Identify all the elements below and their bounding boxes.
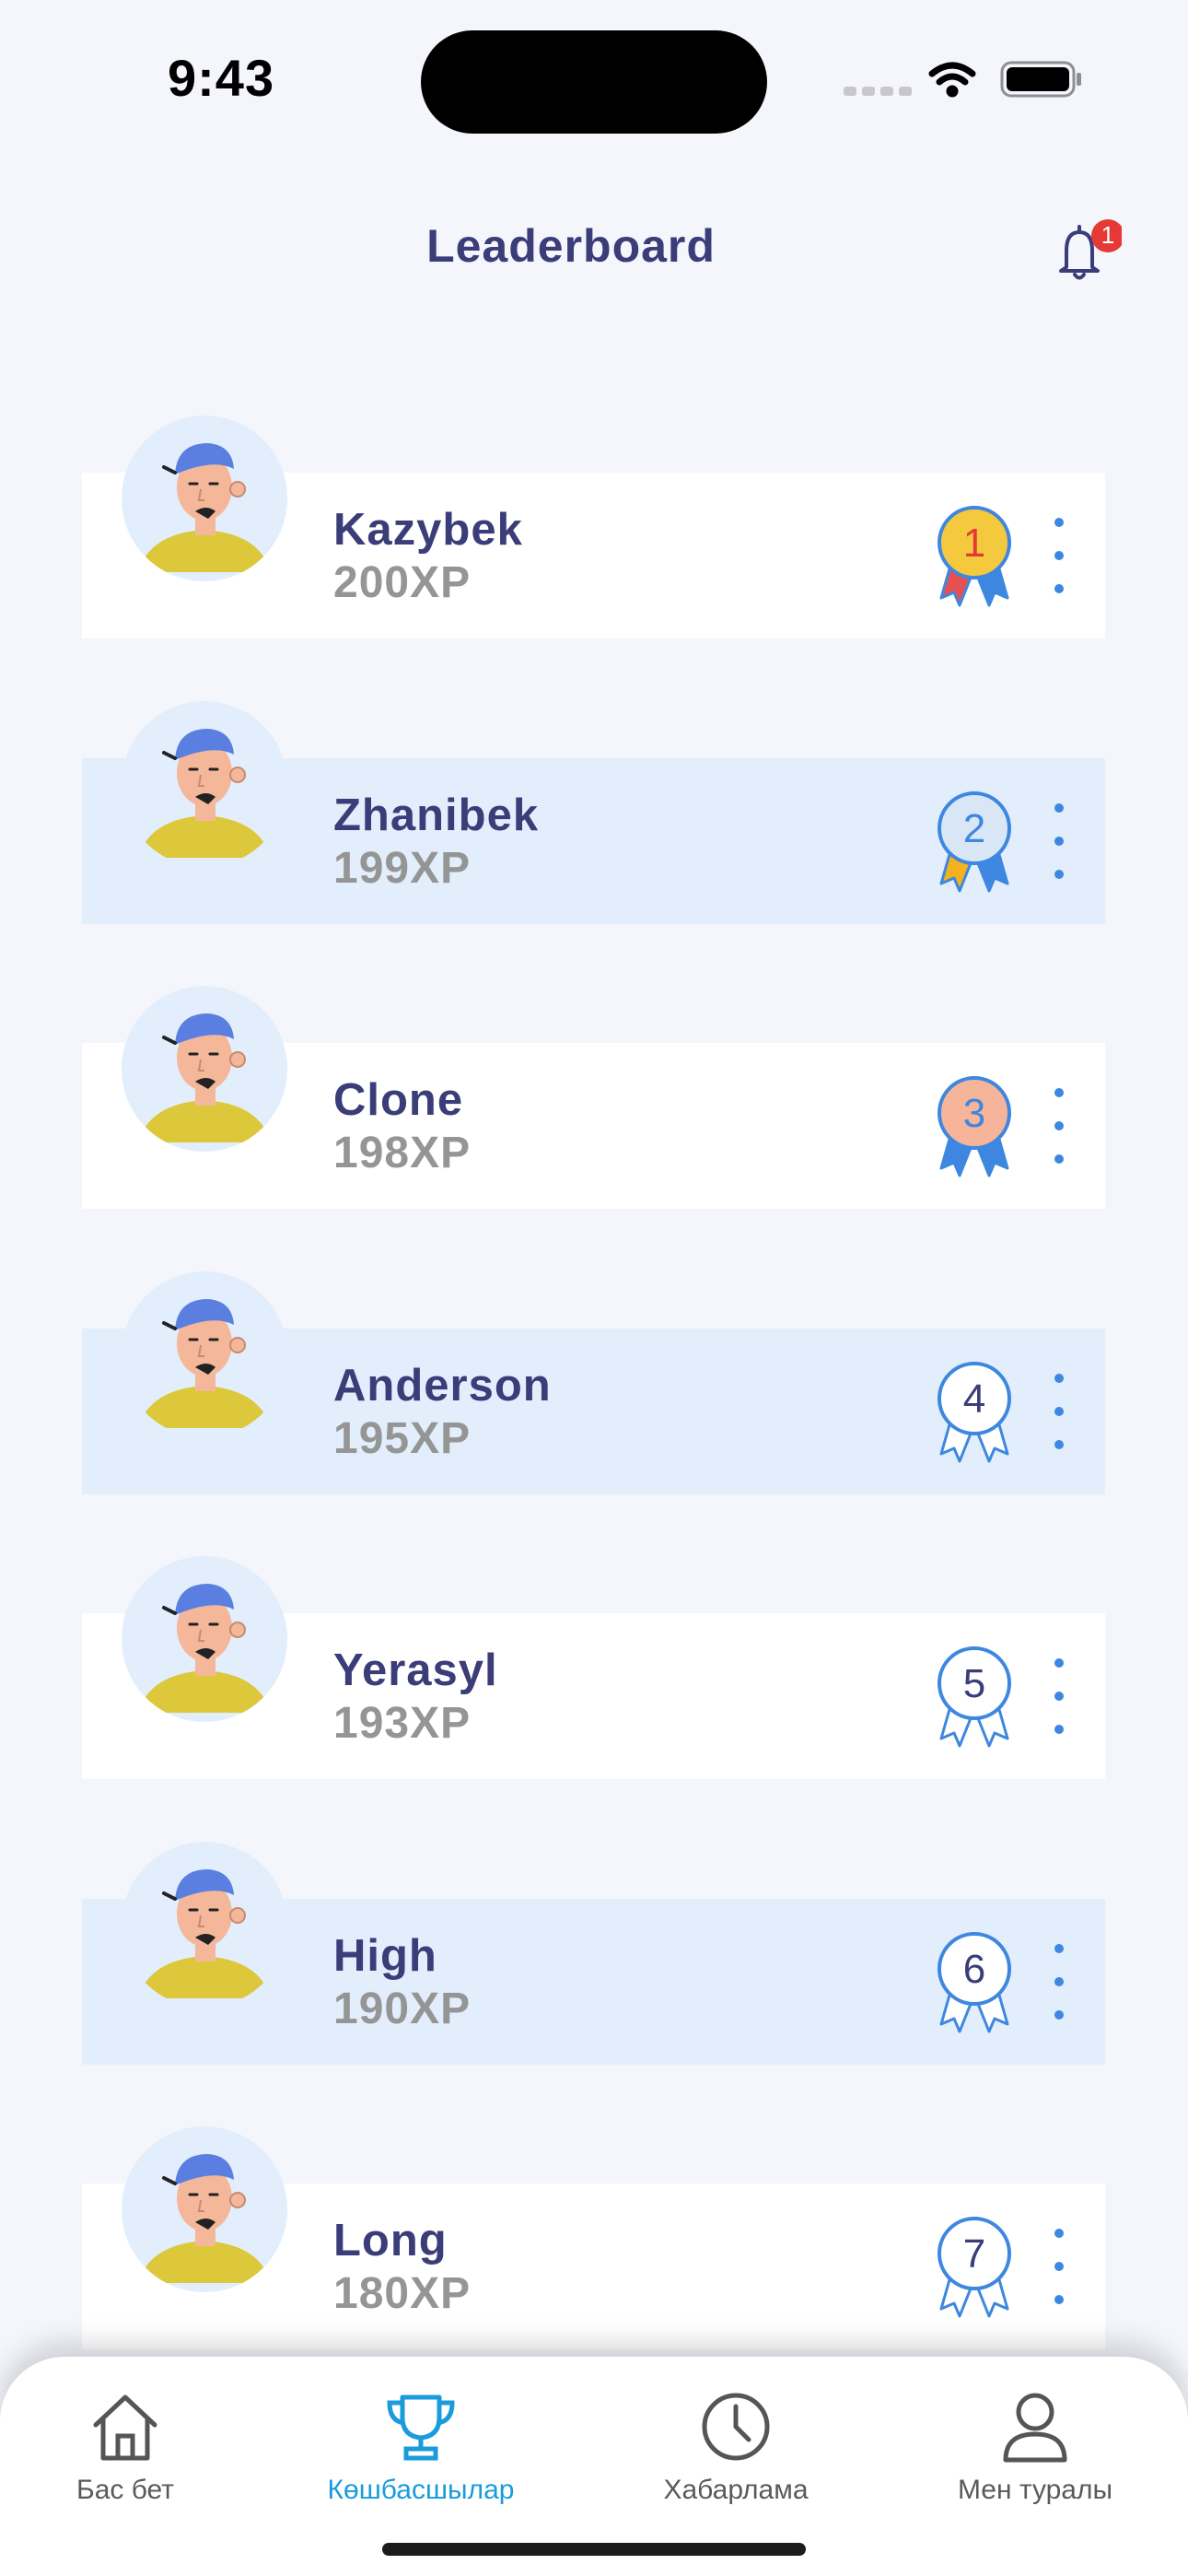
tab-profile[interactable]: Мен туралы bbox=[915, 2357, 1155, 2513]
player-xp: 195XP bbox=[333, 1414, 472, 1463]
rank-number: 2 bbox=[962, 806, 986, 851]
tab-notifications[interactable]: Хабарлама bbox=[616, 2357, 856, 2513]
page-title: Leaderboard bbox=[426, 220, 716, 272]
trophy-icon bbox=[387, 2395, 455, 2461]
clock-icon bbox=[702, 2393, 770, 2461]
status-bar: 9:43 bbox=[0, 0, 1188, 166]
rank-medal: 5 bbox=[928, 1643, 1020, 1753]
avatar bbox=[122, 1271, 287, 1437]
notifications-button[interactable]: 1 bbox=[1048, 214, 1124, 287]
more-options-button[interactable] bbox=[1041, 2220, 1077, 2313]
more-vertical-icon bbox=[1054, 1944, 1064, 2020]
avatar-illustration bbox=[138, 729, 271, 858]
leaderboard-row[interactable]: Kazybek 200XP 1 bbox=[82, 416, 1105, 638]
rank-number: 5 bbox=[962, 1661, 986, 1706]
avatar-illustration bbox=[138, 2154, 271, 2283]
avatar-illustration bbox=[138, 1869, 271, 1998]
avatar bbox=[122, 986, 287, 1152]
avatar bbox=[122, 1842, 287, 2008]
player-name: Anderson bbox=[333, 1361, 552, 1411]
player-name: Yerasyl bbox=[333, 1645, 498, 1695]
battery-icon bbox=[1000, 61, 1081, 98]
more-options-button[interactable] bbox=[1041, 1650, 1077, 1742]
more-options-button[interactable] bbox=[1041, 509, 1077, 602]
notification-badge-count: 1 bbox=[1101, 221, 1115, 249]
more-vertical-icon bbox=[1054, 1374, 1064, 1449]
rank-number: 3 bbox=[962, 1091, 986, 1136]
player-xp: 198XP bbox=[333, 1129, 472, 1177]
status-time: 9:43 bbox=[168, 49, 275, 107]
rank-number: 6 bbox=[962, 1947, 986, 1992]
avatar-illustration bbox=[138, 1299, 271, 1428]
more-options-button[interactable] bbox=[1041, 795, 1077, 887]
avatar bbox=[122, 416, 287, 581]
status-icons bbox=[844, 61, 1081, 98]
tab-notifications-label: Хабарлама bbox=[663, 2475, 809, 2505]
rank-medal: 4 bbox=[928, 1358, 1020, 1469]
leaderboard-row[interactable]: Clone 198XP 3 bbox=[82, 986, 1105, 1209]
rank-number: 4 bbox=[962, 1376, 986, 1422]
more-vertical-icon bbox=[1054, 1658, 1064, 1734]
dynamic-island bbox=[421, 30, 767, 134]
home-icon bbox=[93, 2395, 157, 2461]
tab-home-label: Бас бет bbox=[76, 2475, 174, 2505]
rank-number: 1 bbox=[962, 521, 986, 566]
player-name: Clone bbox=[333, 1075, 464, 1125]
more-vertical-icon bbox=[1054, 2229, 1064, 2304]
rank-number: 7 bbox=[962, 2231, 986, 2277]
leaderboard-row[interactable]: Yerasyl 193XP 5 bbox=[82, 1556, 1105, 1779]
rank-medal: 7 bbox=[928, 2213, 1020, 2324]
avatar-illustration bbox=[138, 443, 271, 572]
tab-leaderboard[interactable]: Көшбасшылар bbox=[301, 2357, 541, 2513]
avatar bbox=[122, 2126, 287, 2292]
more-options-button[interactable] bbox=[1041, 1936, 1077, 2028]
leaderboard-row[interactable]: Zhanibek 199XP 2 bbox=[82, 701, 1105, 924]
rank-medal: 1 bbox=[928, 502, 1020, 613]
avatar bbox=[122, 1556, 287, 1722]
leaderboard-row[interactable]: Long 180XP 7 bbox=[82, 2126, 1105, 2349]
rank-medal: 3 bbox=[928, 1072, 1020, 1183]
rank-medal: 2 bbox=[928, 788, 1020, 898]
player-xp: 180XP bbox=[333, 2269, 472, 2318]
signal-icon bbox=[844, 87, 912, 96]
more-vertical-icon bbox=[1054, 803, 1064, 879]
player-name: Zhanibek bbox=[333, 790, 540, 840]
rank-medal: 6 bbox=[928, 1928, 1020, 2039]
avatar-illustration bbox=[138, 1584, 271, 1713]
home-indicator bbox=[382, 2543, 806, 2556]
leaderboard-row[interactable]: High 190XP 6 bbox=[82, 1842, 1105, 2065]
tab-home[interactable]: Бас бет bbox=[6, 2357, 245, 2513]
more-options-button[interactable] bbox=[1041, 1080, 1077, 1172]
player-xp: 193XP bbox=[333, 1699, 472, 1748]
more-vertical-icon bbox=[1054, 1088, 1064, 1164]
tab-leaderboard-label: Көшбасшылар bbox=[327, 2475, 515, 2505]
leaderboard-row[interactable]: Anderson 195XP 4 bbox=[82, 1271, 1105, 1494]
player-xp: 199XP bbox=[333, 844, 472, 893]
more-options-button[interactable] bbox=[1041, 1365, 1077, 1458]
tab-profile-label: Мен туралы bbox=[957, 2475, 1113, 2505]
player-xp: 190XP bbox=[333, 1985, 472, 2033]
player-xp: 200XP bbox=[333, 558, 472, 607]
player-name: High bbox=[333, 1931, 437, 1981]
player-name: Kazybek bbox=[333, 505, 523, 555]
player-name: Long bbox=[333, 2216, 448, 2266]
wifi-icon bbox=[928, 62, 976, 98]
avatar bbox=[122, 701, 287, 867]
profile-icon bbox=[1003, 2393, 1067, 2463]
more-vertical-icon bbox=[1054, 518, 1064, 593]
avatar-illustration bbox=[138, 1013, 271, 1142]
